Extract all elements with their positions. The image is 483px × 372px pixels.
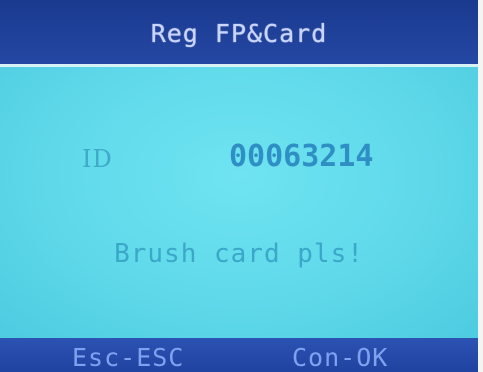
escape-softkey[interactable]: Esc-ESC	[72, 343, 184, 372]
title-bar: Reg FP&Card	[0, 0, 478, 64]
device-screen: Reg FP&Card ID 00063214 Brush card pls! …	[0, 0, 478, 372]
softkey-bar: Esc-ESC Con-OK	[0, 338, 478, 372]
card-prompt-message: Brush card pls!	[114, 239, 364, 269]
confirm-softkey[interactable]: Con-OK	[292, 343, 388, 372]
id-value: 00063214	[229, 139, 374, 174]
registration-panel: ID 00063214 Brush card pls!	[0, 67, 478, 338]
screen-title: Reg FP&Card	[150, 18, 328, 48]
id-label: ID	[82, 145, 113, 173]
